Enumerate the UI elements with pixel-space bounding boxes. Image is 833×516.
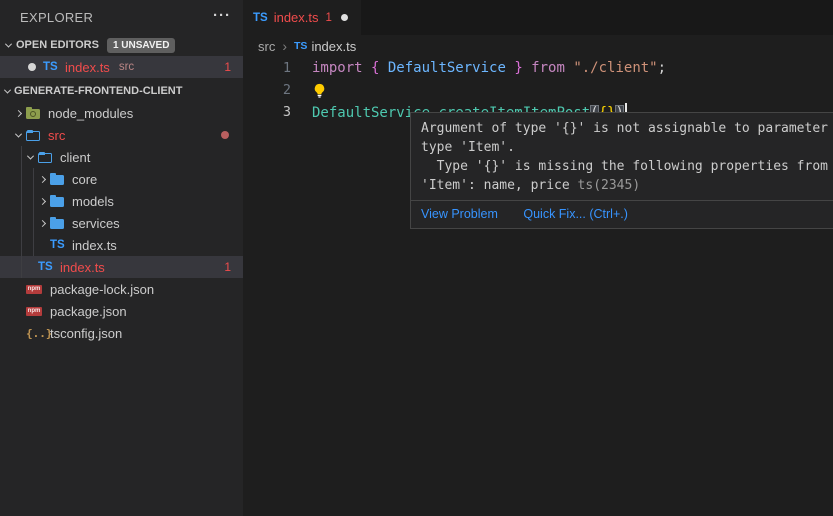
error-code-ts2345: ts(2345) [578, 178, 641, 193]
keyword-from: from [531, 60, 573, 76]
folder-icon [50, 175, 64, 185]
typescript-file-icon: TS [50, 239, 65, 251]
error-message: Argument of type '{}' is not assignable … [411, 113, 833, 200]
typescript-file-icon: TS [294, 40, 307, 52]
tree-item-src-index-ts[interactable]: TS index.ts 1 [0, 256, 243, 278]
error-line-4: 'Item': name, price ts(2345) [421, 176, 833, 195]
modified-dot-icon [28, 63, 36, 71]
error-line-1: Argument of type '{}' is not assignable … [421, 119, 833, 138]
indent-guide [21, 146, 22, 278]
tree-item-src[interactable]: src [0, 124, 243, 146]
tree-item-services[interactable]: services [0, 212, 243, 234]
typescript-file-icon: TS [38, 261, 53, 273]
explorer-title: EXPLORER [0, 0, 243, 25]
open-folder-icon [26, 131, 40, 141]
breadcrumb-folder[interactable]: src [258, 39, 275, 54]
editor-pane: TS index.ts 1 src › TS index.ts 1 import… [243, 0, 833, 516]
more-actions-icon[interactable]: ··· [213, 7, 231, 24]
open-editor-item-index-ts[interactable]: TS index.ts src 1 [0, 56, 243, 78]
tree-item-client-index-ts[interactable]: TS index.ts [0, 234, 243, 256]
chevron-down-icon [26, 152, 33, 159]
open-editor-file-name: index.ts [65, 60, 110, 75]
view-problem-link[interactable]: View Problem [421, 207, 498, 221]
error-line-2: type 'Item'. [421, 138, 833, 157]
line-number-active: 3 [243, 104, 291, 120]
chevron-right-icon [38, 197, 45, 204]
chevron-down-icon [14, 130, 21, 137]
breadcrumb: src › TS index.ts [243, 35, 833, 57]
chevron-down-icon [4, 40, 11, 47]
json-braces-icon: {..} [26, 327, 53, 340]
error-count-badge: 1 [224, 60, 231, 74]
keyword-import: import [312, 60, 371, 76]
tab-error-count: 1 [326, 12, 332, 24]
explorer-sidebar: EXPLORER ··· OPEN EDITORS 1 UNSAVED TS i… [0, 0, 243, 516]
project-section-header[interactable]: GENERATE-FRONTEND-CLIENT [0, 80, 243, 102]
tab-bar: TS index.ts 1 [243, 0, 833, 35]
chevron-down-icon [3, 86, 10, 93]
typescript-file-icon: TS [43, 61, 58, 73]
npm-file-icon: npm [26, 285, 42, 294]
folder-icon [50, 219, 64, 229]
node-modules-folder-icon [26, 109, 40, 119]
error-line-3: Type '{}' is missing the following prope… [421, 157, 833, 176]
line-number: 2 [243, 82, 291, 98]
error-count-badge: 1 [224, 260, 231, 274]
tree-item-package-lock-json[interactable]: npm package-lock.json [0, 278, 243, 300]
npm-file-icon: npm [26, 307, 42, 316]
open-editors-header[interactable]: OPEN EDITORS 1 UNSAVED [0, 34, 243, 56]
breadcrumb-separator: › [282, 38, 287, 54]
open-editor-file-folder: src [119, 61, 134, 73]
error-hover-widget: Argument of type '{}' is not assignable … [410, 112, 833, 229]
vscode-window: EXPLORER ··· OPEN EDITORS 1 UNSAVED TS i… [0, 0, 833, 516]
chevron-right-icon [38, 175, 45, 182]
tree-item-core[interactable]: core [0, 168, 243, 190]
tree-item-models[interactable]: models [0, 190, 243, 212]
open-editors-label: OPEN EDITORS [16, 39, 99, 51]
tree-item-package-json[interactable]: npm package.json [0, 300, 243, 322]
typescript-file-icon: TS [253, 12, 268, 24]
file-tree: node_modules src client core mo [0, 102, 243, 344]
tree-item-client[interactable]: client [0, 146, 243, 168]
folder-error-dot [221, 131, 229, 139]
open-folder-icon [38, 153, 52, 163]
indent-guide [33, 168, 34, 256]
close-brace: } [514, 60, 531, 76]
quick-fix-link[interactable]: Quick Fix... (Ctrl+.) [523, 207, 628, 221]
line-number: 1 [243, 60, 291, 76]
hover-actions-bar: View Problem Quick Fix... (Ctrl+.) [411, 200, 833, 228]
unsaved-dot-icon[interactable] [341, 14, 348, 21]
imported-name: DefaultService [379, 60, 514, 76]
chevron-right-icon [38, 219, 45, 226]
lightbulb-icon[interactable] [312, 83, 327, 98]
project-name-label: GENERATE-FRONTEND-CLIENT [14, 85, 182, 97]
unsaved-badge: 1 UNSAVED [107, 38, 176, 53]
code-line-1[interactable]: 1 import { DefaultService } from "./clie… [243, 57, 833, 79]
breadcrumb-file[interactable]: index.ts [311, 39, 356, 54]
tab-index-ts[interactable]: TS index.ts 1 [243, 0, 361, 35]
chevron-right-icon [14, 109, 21, 116]
code-line-2[interactable]: 2 [243, 79, 833, 101]
tab-title: index.ts [274, 10, 319, 25]
semicolon: ; [658, 60, 666, 76]
tree-item-node-modules[interactable]: node_modules [0, 102, 243, 124]
folder-icon [50, 197, 64, 207]
tree-item-tsconfig-json[interactable]: {..} tsconfig.json [0, 322, 243, 344]
module-string: "./client" [573, 60, 657, 76]
